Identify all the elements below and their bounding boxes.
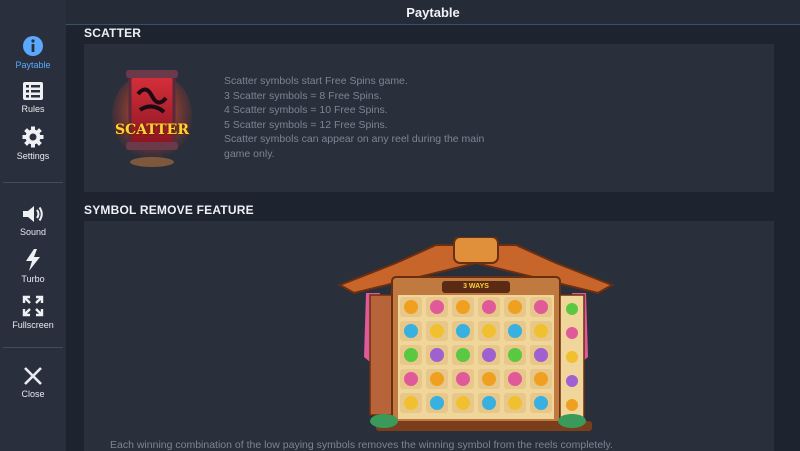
reel-symbol xyxy=(456,324,470,338)
scatter-symbol-image: SCATTER xyxy=(112,64,192,170)
reel-symbol xyxy=(534,348,548,362)
side-reel-symbol xyxy=(566,327,578,339)
sidebar-item-settings[interactable]: Settings xyxy=(0,120,66,166)
reel-symbol xyxy=(534,396,548,410)
section-title-symbol-remove: SYMBOL REMOVE FEATURE xyxy=(84,203,254,217)
reel-symbol xyxy=(508,300,522,314)
reel-symbol xyxy=(482,348,496,362)
reel-symbol xyxy=(404,300,418,314)
sidebar-item-label: Settings xyxy=(16,150,50,161)
header-bar: Paytable xyxy=(66,0,800,25)
scatter-line: Scatter symbols can appear on any reel d… xyxy=(224,133,485,145)
reel-symbol xyxy=(404,348,418,362)
info-icon xyxy=(22,35,44,57)
sidebar-item-fullscreen[interactable]: Fullscreen xyxy=(0,289,66,335)
sidebar-item-label: Close xyxy=(21,388,45,399)
scatter-description: Scatter symbols start Free Spins game. 3… xyxy=(224,74,524,161)
reel-symbol xyxy=(404,372,418,386)
side-reel-symbol xyxy=(566,399,578,411)
sidebar-item-label: Fullscreen xyxy=(12,319,54,330)
sidebar-item-label: Paytable xyxy=(15,59,51,70)
reel-symbol xyxy=(456,372,470,386)
scatter-line: 5 Scatter symbols = 12 Free Spins. xyxy=(224,118,388,131)
reel-symbol xyxy=(430,300,444,314)
reel-symbol xyxy=(534,372,548,386)
reel-symbol xyxy=(508,348,522,362)
reel-symbol xyxy=(430,372,444,386)
sidebar-item-label: Sound xyxy=(19,226,47,237)
reel-symbol xyxy=(482,372,496,386)
scatter-panel: SCATTER Scatter symbols start Free Spins… xyxy=(84,44,774,192)
reel-symbol xyxy=(482,396,496,410)
scatter-line: 4 Scatter symbols = 10 Free Spins. xyxy=(224,104,388,116)
sidebar-item-paytable[interactable]: Paytable xyxy=(0,30,66,74)
close-icon xyxy=(23,366,43,386)
reel-symbol xyxy=(430,324,444,338)
paytable-content[interactable]: SCATTER SCATTER Scatter symbols start Fr… xyxy=(66,26,800,451)
section-title-scatter: SCATTER xyxy=(84,26,142,40)
reel-symbol xyxy=(482,324,496,338)
sidebar-item-sound[interactable]: Sound xyxy=(0,197,66,243)
reel-symbol xyxy=(534,324,548,338)
reel-symbol xyxy=(534,300,548,314)
reel-symbol xyxy=(456,300,470,314)
reel-symbol xyxy=(482,300,496,314)
page-title: Paytable xyxy=(406,4,460,20)
side-reel-symbol xyxy=(566,351,578,363)
scatter-line: Scatter symbols start Free Spins game. xyxy=(224,75,408,87)
reel-symbol xyxy=(404,324,418,338)
speaker-icon xyxy=(21,204,45,224)
reel-symbol xyxy=(508,372,522,386)
reel-symbol xyxy=(430,348,444,362)
sidebar-item-label: Rules xyxy=(21,103,45,114)
expand-icon xyxy=(22,295,44,317)
scatter-line: game only. xyxy=(224,147,275,160)
symbol-remove-description: Each winning combination of the low payi… xyxy=(110,439,613,451)
gear-icon xyxy=(22,126,44,148)
scatter-line: 3 Scatter symbols = 8 Free Spins. xyxy=(224,89,382,102)
reel-symbol xyxy=(430,396,444,410)
sidebar-divider xyxy=(3,182,63,183)
reel-symbol xyxy=(456,348,470,362)
reel-symbol xyxy=(456,396,470,410)
sidebar-item-close[interactable]: Close xyxy=(0,358,66,406)
side-reel-symbol xyxy=(566,303,578,315)
reel-symbol xyxy=(508,396,522,410)
sidebar-divider xyxy=(3,347,63,348)
sidebar-item-turbo[interactable]: Turbo xyxy=(0,243,66,289)
symbol-remove-panel: 3 WAYS Each winning combination of the l… xyxy=(84,221,774,451)
reels-sign-text: 3 WAYS xyxy=(463,283,489,290)
lightning-icon xyxy=(23,248,43,271)
temple-reels-image: 3 WAYS xyxy=(336,236,616,433)
reel-symbol xyxy=(508,324,522,338)
reel-symbol xyxy=(404,396,418,410)
sidebar: Paytable Rules Settings Sound Turbo Full… xyxy=(0,0,66,451)
scatter-symbol-text: SCATTER xyxy=(115,122,189,138)
sidebar-item-rules[interactable]: Rules xyxy=(0,74,66,120)
side-reel-symbol xyxy=(566,375,578,387)
sidebar-item-label: Turbo xyxy=(21,273,45,284)
list-icon xyxy=(22,81,44,101)
